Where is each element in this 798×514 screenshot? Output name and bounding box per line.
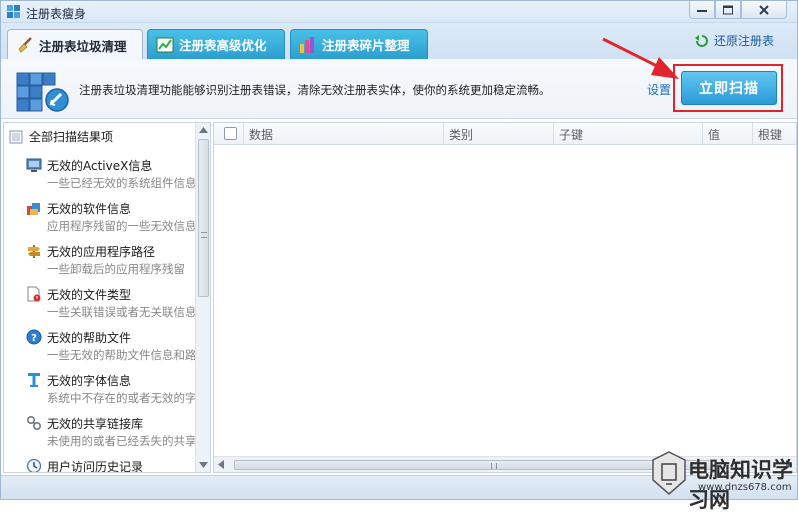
window-title: 注册表瘦身 <box>26 7 87 21</box>
registry-cubes-icon <box>16 72 69 112</box>
tree-item-title: 无效的软件信息 <box>47 202 132 216</box>
column-separator <box>702 123 703 145</box>
file-type-icon <box>27 286 41 302</box>
scroll-down-arrow-icon[interactable] <box>199 462 208 468</box>
tree-item-subtitle: 一些关联错误或者无关联信息 <box>47 305 197 319</box>
title-bar: 注册表瘦身 <box>1 1 797 23</box>
tree-item-subtitle: 一些已经无效的系统组件信息 <box>47 176 197 190</box>
maximize-icon <box>723 5 733 14</box>
tree-item-title: 无效的ActiveX信息 <box>47 159 153 173</box>
column-header-category[interactable]: 类别 <box>449 126 473 143</box>
tree-item-title: 无效的共享链接库 <box>47 417 144 431</box>
scan-now-button[interactable]: 立即扫描 <box>681 71 777 105</box>
tree-item-activex[interactable]: 无效的ActiveX信息 一些已经无效的系统组件信息 <box>26 156 200 196</box>
activex-icon <box>26 158 42 172</box>
defrag-icon <box>300 36 314 53</box>
tree-item-file-type[interactable]: 无效的文件类型 一些关联错误或者无关联信息 <box>26 285 200 325</box>
minimize-icon <box>697 9 707 12</box>
column-separator <box>443 123 444 145</box>
software-icon <box>27 203 40 215</box>
table-header: 数据 类别 子键 值 根键 <box>214 123 796 145</box>
svg-text:?: ? <box>31 333 37 344</box>
results-table: 数据 类别 子键 值 根键 <box>213 122 797 473</box>
tree-item-subtitle: 系统中不存在的或者无效的字体 <box>47 391 200 405</box>
restore-registry-label: 还原注册表 <box>714 34 775 48</box>
tree-item-dll[interactable]: 无效的共享链接库 未使用的或者已经丢失的共享库 <box>26 414 200 454</box>
tree-item-subtitle: 一些卸载后的应用程序残留 <box>47 262 185 276</box>
help-icon: ? <box>26 329 42 345</box>
tree-scroll-thumb[interactable] <box>198 139 209 297</box>
tree-vertical-scrollbar[interactable] <box>195 123 210 472</box>
header-description: 注册表垃圾清理功能能够识别注册表错误，清除无效注册表实体，使你的系统更加稳定流畅… <box>79 83 551 97</box>
dll-icon <box>26 415 42 431</box>
column-header-data[interactable]: 数据 <box>249 126 273 143</box>
app-icon <box>7 5 20 18</box>
select-all-checkbox[interactable] <box>224 127 237 140</box>
tree-item-subtitle: 一些无效的帮助文件信息和路径 <box>47 348 200 362</box>
column-separator <box>243 123 244 145</box>
tree-item-history[interactable]: 用户访问历史记录 <box>26 457 200 473</box>
tree-item-software[interactable]: 无效的软件信息 应用程序残留的一些无效信息 <box>26 199 200 239</box>
tab-label: 注册表垃圾清理 <box>39 38 127 54</box>
tree-item-title: 无效的应用程序路径 <box>47 245 156 259</box>
restore-icon <box>695 34 708 47</box>
tab-label: 注册表高级优化 <box>179 38 267 53</box>
tab-registry-cleanup[interactable]: 注册表垃圾清理 <box>7 29 143 60</box>
red-arrow-annotation <box>602 37 679 79</box>
tree-item-subtitle: 未使用的或者已经丢失的共享库 <box>47 434 200 448</box>
column-separator <box>752 123 753 145</box>
tab-advanced-optimize[interactable]: 注册表高级优化 <box>147 29 285 59</box>
tab-defragment[interactable]: 注册表碎片整理 <box>290 29 428 59</box>
close-button[interactable] <box>741 1 787 19</box>
tree-item-title: 用户访问历史记录 <box>47 460 144 473</box>
scroll-grip-icon <box>201 232 207 238</box>
scroll-up-arrow-icon[interactable] <box>199 127 208 133</box>
site-watermark: 电脑知识学习网 www.dnzs678.com <box>648 448 798 512</box>
font-icon <box>28 373 40 387</box>
tree-item-help[interactable]: ? 无效的帮助文件 一些无效的帮助文件信息和路径 <box>26 328 200 368</box>
scroll-grip-icon <box>491 463 497 469</box>
column-separator <box>553 123 554 145</box>
tree-item-title: 无效的字体信息 <box>47 374 132 388</box>
history-icon <box>26 458 42 472</box>
minimize-button[interactable] <box>689 1 715 19</box>
app-path-icon <box>28 245 40 258</box>
tree-item-font[interactable]: 无效的字体信息 系统中不存在的或者无效的字体 <box>26 371 200 411</box>
tree-root[interactable]: 全部扫描结果项 <box>9 128 113 145</box>
tree-item-title: 无效的文件类型 <box>47 288 132 302</box>
maximize-button[interactable] <box>715 1 741 19</box>
table-scroll-thumb[interactable] <box>234 460 712 470</box>
column-header-subkey[interactable]: 子键 <box>559 126 583 143</box>
tree-item-subtitle: 应用程序残留的一些无效信息 <box>47 219 197 233</box>
column-header-value[interactable]: 值 <box>708 126 720 143</box>
chart-icon <box>156 37 174 52</box>
close-icon <box>759 4 769 15</box>
tab-label: 注册表碎片整理 <box>322 38 410 53</box>
tree-item-title: 无效的帮助文件 <box>47 331 132 345</box>
restore-registry-link[interactable]: 还原注册表 <box>694 32 774 49</box>
broom-icon <box>18 37 32 53</box>
tree-root-icon <box>9 130 23 143</box>
tree-item-app-path[interactable]: 无效的应用程序路径 一些卸载后的应用程序残留 <box>26 242 200 282</box>
app-window: 注册表瘦身 注册表垃圾清理 注册表高级优化 注册表碎片整理 还原注册表 注册表垃… <box>0 0 798 500</box>
column-header-root-key[interactable]: 根键 <box>758 126 782 143</box>
tree-root-label: 全部扫描结果项 <box>29 130 114 144</box>
watermark-logo-icon <box>652 451 686 495</box>
watermark-url: www.dnzs678.com <box>698 482 792 493</box>
scan-category-tree: 全部扫描结果项 无效的ActiveX信息 一些已经无效的系统组件信息 无效的软件… <box>3 122 211 473</box>
scroll-left-arrow-icon[interactable] <box>218 460 224 469</box>
